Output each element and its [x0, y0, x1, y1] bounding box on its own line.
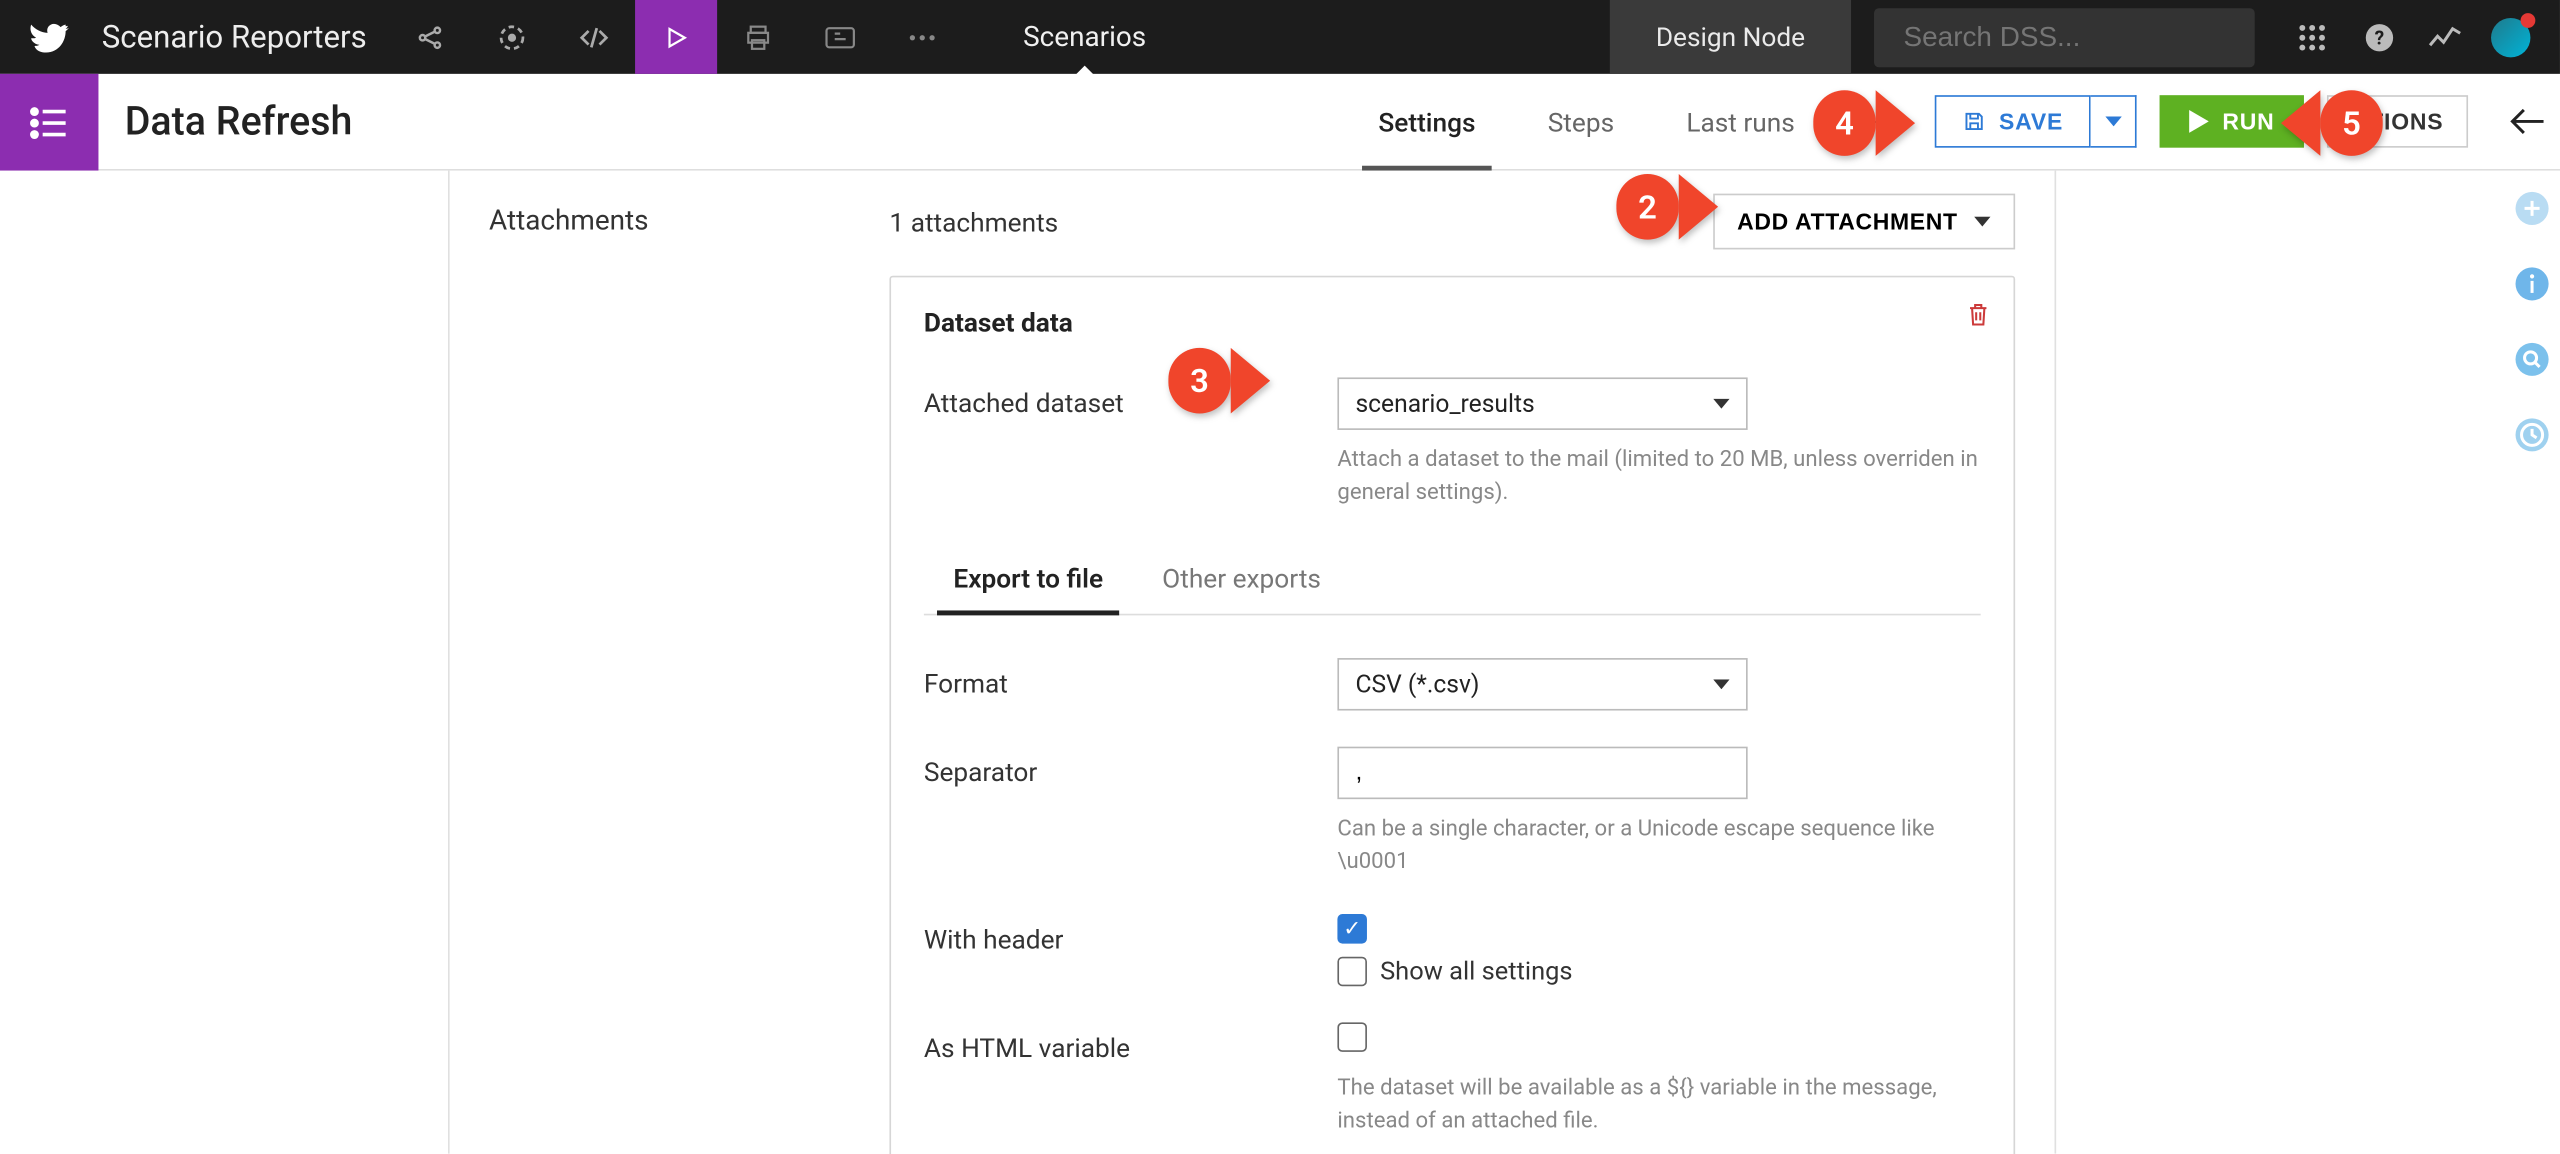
- annotation-callout-3: 3: [1182, 348, 1271, 414]
- show-all-settings-label: Show all settings: [1380, 957, 1572, 987]
- sub-tab-other-exports[interactable]: Other exports: [1133, 546, 1351, 613]
- export-sub-tabs: Export to file Other exports: [924, 546, 1981, 615]
- breadcrumb-current[interactable]: Scenarios: [964, 0, 1205, 74]
- show-all-settings-checkbox[interactable]: [1337, 957, 1367, 987]
- print-icon[interactable]: [718, 0, 800, 74]
- settings-panel: Attachments 1 attachments ADD ATTACHMENT…: [448, 171, 2056, 1154]
- separator-hint: Can be a single character, or a Unicode …: [1337, 811, 1980, 877]
- add-attachment-button[interactable]: ADD ATTACHMENT: [1712, 194, 2015, 250]
- help-icon[interactable]: ?: [2347, 0, 2413, 74]
- design-node-selector[interactable]: Design Node: [1610, 0, 1851, 74]
- annotation-callout-2: 2: [1630, 174, 1719, 240]
- format-label: Format: [924, 657, 1338, 698]
- play-icon: [2190, 110, 2210, 133]
- search-input[interactable]: [1904, 21, 2267, 54]
- apps-grid-icon[interactable]: [2278, 0, 2347, 74]
- attachments-label: Attachments: [489, 205, 889, 238]
- attached-dataset-hint: Attach a dataset to the mail (limited to…: [1337, 443, 1980, 509]
- dock-info-icon[interactable]: [2504, 246, 2560, 321]
- dock-add-icon[interactable]: [2504, 171, 2560, 246]
- with-header-checkbox[interactable]: ✓: [1337, 914, 1367, 944]
- activity-icon[interactable]: [2412, 0, 2478, 74]
- tab-steps[interactable]: Steps: [1512, 74, 1651, 169]
- back-arrow-icon[interactable]: [2494, 74, 2560, 169]
- annotation-callout-4: 4: [1826, 90, 1915, 156]
- card-title: Dataset data: [924, 307, 1981, 338]
- attached-dataset-label: Attached dataset: [924, 377, 1338, 418]
- with-header-label: With header: [924, 914, 1338, 955]
- chevron-down-icon: [1713, 399, 1729, 409]
- separator-input[interactable]: [1337, 746, 1747, 799]
- scenario-title[interactable]: Data Refresh: [98, 74, 378, 169]
- save-dropdown-button[interactable]: [2091, 95, 2137, 148]
- code-icon[interactable]: [554, 0, 636, 74]
- top-bar: Scenario Reporters Scena: [0, 0, 2560, 74]
- save-icon: [1963, 110, 1986, 133]
- right-dock: [2504, 171, 2560, 1154]
- save-button[interactable]: SAVE: [1935, 95, 2091, 148]
- page-header: Data Refresh Settings Steps Last runs H …: [0, 74, 2560, 171]
- as-html-hint: The dataset will be available as a ${} v…: [1337, 1072, 1980, 1138]
- separator-label: Separator: [924, 746, 1338, 787]
- play-icon[interactable]: [636, 0, 718, 74]
- notifications-icon[interactable]: [2478, 0, 2544, 74]
- chevron-down-icon: [1713, 679, 1729, 689]
- global-search[interactable]: [1874, 7, 2255, 66]
- more-icon[interactable]: [882, 0, 964, 74]
- sub-tab-export-file[interactable]: Export to file: [924, 546, 1133, 613]
- scenario-list-button[interactable]: [0, 74, 98, 171]
- format-select[interactable]: CSV (*.csv): [1337, 657, 1747, 710]
- tab-settings[interactable]: Settings: [1342, 74, 1511, 169]
- dock-history-icon[interactable]: [2504, 397, 2560, 472]
- project-title[interactable]: Scenario Reporters: [98, 18, 389, 56]
- chevron-down-icon: [1974, 217, 1990, 227]
- attachments-count: 1 attachments: [889, 206, 1058, 237]
- as-html-checkbox[interactable]: [1337, 1022, 1367, 1052]
- annotation-callout-5: 5: [2281, 90, 2370, 156]
- attached-dataset-select[interactable]: scenario_results: [1337, 377, 1747, 430]
- data-icon[interactable]: [800, 0, 882, 74]
- bird-logo-icon[interactable]: [0, 0, 98, 74]
- as-html-label: As HTML variable: [924, 1022, 1338, 1063]
- svg-text:?: ?: [2375, 26, 2385, 49]
- flow-icon[interactable]: [472, 0, 554, 74]
- share-icon[interactable]: [390, 0, 472, 74]
- tab-last-runs[interactable]: Last runs: [1650, 74, 1831, 169]
- dock-search-icon[interactable]: [2504, 322, 2560, 397]
- delete-attachment-icon[interactable]: [1966, 300, 1991, 328]
- attachment-card: Dataset data Attached dataset scenario_r…: [889, 276, 2015, 1154]
